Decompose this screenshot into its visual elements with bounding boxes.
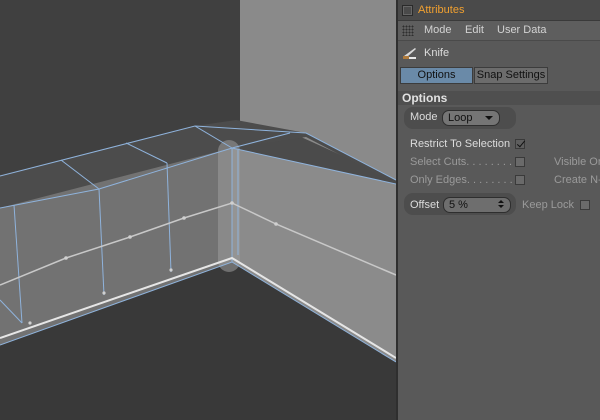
attributes-panel: Attributes Mode Edit User Data Knife Opt… [396, 0, 600, 420]
section-title: Options [398, 91, 600, 105]
offset-field[interactable]: 5 % [443, 197, 511, 213]
select-cuts-checkbox[interactable] [515, 157, 525, 167]
only-edges-label: Only Edges. . . . . . . . . [410, 174, 519, 186]
visible-only-label: Visible Onl [554, 156, 600, 168]
tool-name: Knife [424, 47, 450, 59]
restrict-checkbox[interactable] [515, 139, 525, 149]
offset-label: Offset [410, 199, 440, 211]
panel-titlebar: Attributes [398, 0, 600, 21]
tool-header: Knife [398, 43, 600, 63]
menu-edit[interactable]: Edit [465, 24, 484, 36]
only-edges-checkbox[interactable] [515, 175, 525, 185]
keep-lock-checkbox[interactable] [580, 200, 590, 210]
menu-mode[interactable]: Mode [424, 24, 452, 36]
offset-value: 5 % [449, 199, 468, 211]
tab-snap-settings[interactable]: Snap Settings [474, 67, 548, 84]
spinner-icon[interactable] [498, 200, 505, 210]
mode-dropdown[interactable]: Loop [442, 110, 500, 126]
knife-icon [403, 48, 416, 59]
panel-menubar: Mode Edit User Data [398, 21, 600, 41]
viewport-3d[interactable] [0, 0, 396, 420]
create-ngons-label: Create N-g [554, 174, 600, 186]
select-cuts-label: Select Cuts. . . . . . . . . [410, 156, 519, 168]
restrict-label: Restrict To Selection [410, 138, 511, 150]
checkbox-icon[interactable] [402, 5, 413, 16]
tab-options[interactable]: Options [400, 67, 473, 84]
viewport-geometry [0, 0, 396, 420]
keep-lock-label: Keep Lock [522, 199, 574, 211]
mode-value: Loop [448, 112, 473, 124]
dropdown-arrow-icon [485, 116, 493, 120]
mode-label: Mode [410, 111, 438, 123]
menu-user-data[interactable]: User Data [497, 24, 547, 36]
grip-icon[interactable] [402, 25, 414, 36]
panel-title: Attributes [418, 4, 465, 16]
